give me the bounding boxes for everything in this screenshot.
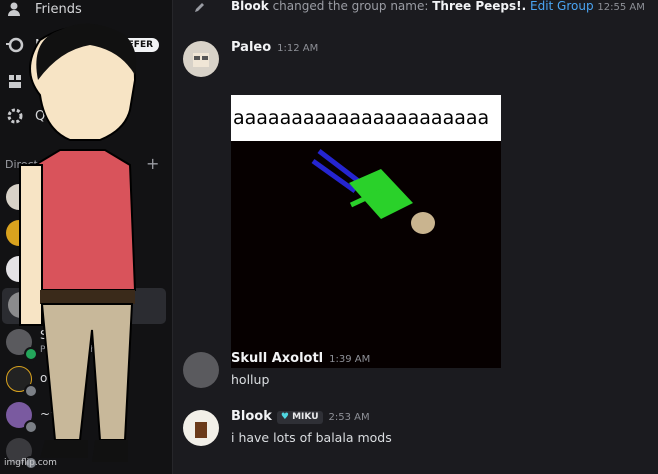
image-attachment[interactable]: aaaaaaaaaaaaaaaaaaaaaa xyxy=(231,95,501,368)
avatar[interactable] xyxy=(183,410,219,446)
nav-nitro-label: Nitro xyxy=(35,37,67,53)
dm-item-skull-axolotl[interactable]: Skull Axolotl Playing in the b... xyxy=(0,325,172,361)
dm-name: Paleo xyxy=(40,183,73,197)
new-group-name: Three Peeps!. xyxy=(432,0,527,13)
dm-item-three-peeps[interactable]: Three Peeps! xyxy=(2,288,166,324)
nav-nitro[interactable]: Nitro OFFER xyxy=(0,28,172,62)
chat-area: Blook changed the group name: Three Peep… xyxy=(173,0,658,474)
plus-icon[interactable]: + xyxy=(146,154,159,173)
system-time: 12:55 AM xyxy=(597,2,645,13)
dm-name: ~☆♡ xyxy=(40,407,72,421)
system-text: changed the group name: xyxy=(272,0,429,13)
dm-activity: Playing in the b... xyxy=(40,345,119,355)
message-author[interactable]: Paleo 1:12 AM xyxy=(231,40,318,55)
edit-group-link[interactable]: Edit Group xyxy=(530,0,594,13)
online-status xyxy=(24,347,38,361)
message-time: 1:12 AM xyxy=(277,43,319,54)
message-text: hollup xyxy=(231,372,270,387)
baldi-ragdoll-image xyxy=(311,149,435,234)
dm-item[interactable]: ~☆♡ xyxy=(0,398,172,434)
avatar xyxy=(6,256,32,282)
avatar xyxy=(6,184,32,210)
quests-icon xyxy=(7,108,23,124)
avatar[interactable] xyxy=(183,352,219,388)
dm-item[interactable] xyxy=(0,216,172,252)
avatar xyxy=(6,220,32,246)
message-author[interactable]: Blook ♥ MIKU 2:53 AM xyxy=(231,409,370,424)
avatar[interactable] xyxy=(183,41,219,77)
miku-badge: ♥ MIKU xyxy=(276,411,323,424)
dm-name: ol xyxy=(40,371,51,385)
message-text: i have lots of balala mods xyxy=(231,430,392,445)
dm-item[interactable] xyxy=(0,252,172,288)
dm-header: Direct Messages xyxy=(5,158,96,171)
message-time: 1:39 AM xyxy=(329,354,371,365)
dm-item[interactable]: ol xyxy=(0,362,172,398)
status-indicator xyxy=(24,384,38,398)
avatar xyxy=(8,292,34,318)
status-indicator xyxy=(24,420,38,434)
nav-friends[interactable]: Friends xyxy=(0,0,172,26)
nav-shop[interactable]: Shop xyxy=(0,64,172,98)
nav-shop-label: Shop xyxy=(35,73,68,89)
person-wave-icon xyxy=(8,2,20,16)
meme-caption: aaaaaaaaaaaaaaaaaaaaaa xyxy=(231,95,501,141)
heart-icon: ♥ xyxy=(280,412,289,422)
message-author[interactable]: Skull Axolotl 1:39 AM xyxy=(231,351,370,366)
dm-item-paleo[interactable]: Paleo xyxy=(0,180,172,216)
message-time: 2:53 AM xyxy=(328,412,370,423)
nitro-icon xyxy=(6,37,24,53)
system-message: Blook changed the group name: Three Peep… xyxy=(193,0,645,13)
imgflip-watermark: imgflip.com xyxy=(4,458,57,468)
nav-quests[interactable]: Quests xyxy=(0,99,172,133)
nav-quests-label: Quests xyxy=(35,108,81,124)
nav-friends-label: Friends xyxy=(35,1,82,17)
dm-name: Three Peeps! xyxy=(42,297,121,311)
dm-sidebar: Friends Nitro OFFER Shop Quests Direct M… xyxy=(0,0,173,474)
dm-name: Skull Axolotl xyxy=(40,328,114,342)
system-actor[interactable]: Blook xyxy=(231,0,269,13)
pencil-icon xyxy=(195,3,204,12)
offer-badge: OFFER xyxy=(114,38,160,52)
shop-icon xyxy=(9,75,21,88)
